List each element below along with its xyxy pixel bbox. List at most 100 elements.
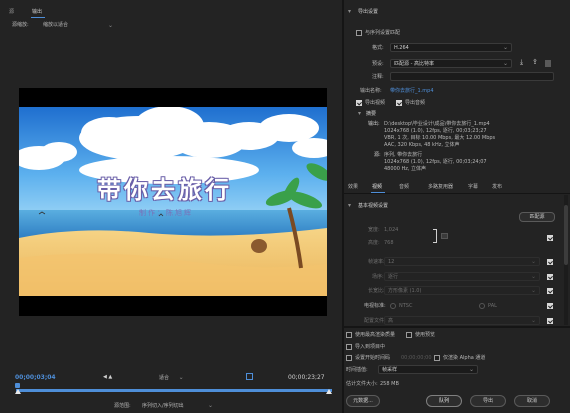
format-value: H.264 <box>394 45 409 51</box>
link-bracket <box>433 229 437 243</box>
format-label: 格式: <box>372 45 384 51</box>
source-scaling-dropdown[interactable]: 缩放以适合 ⌄ <box>40 21 118 30</box>
field-order-label: 场序: <box>372 274 384 280</box>
aspect-label: 长宽比: <box>368 288 385 294</box>
field-order-dropdown[interactable]: 逐行 ⌄ <box>384 272 540 281</box>
set-start-timecode-checkbox[interactable] <box>346 355 352 361</box>
width-height-checkbox[interactable] <box>547 235 553 241</box>
ntsc-radio[interactable] <box>390 303 396 309</box>
right-panel: ▾ 导出设置 与序列设置匹配 格式: H.264 ⌄ 预设: 匹配源 - 高比特… <box>344 0 570 413</box>
width-value[interactable]: 1,024 <box>384 228 398 233</box>
render-alpha-only-label: 仅渲染 Alpha 通道 <box>443 355 486 361</box>
set-start-timecode-label: 设置开始时间码 <box>355 355 391 361</box>
left-panel: 源 输出 源缩放: 缩放以适合 ⌄ 带你去旅行 制作：陈旭辉 00;00;03;… <box>0 0 342 413</box>
profile-dropdown[interactable]: 高 ⌄ <box>384 316 540 325</box>
match-sequence-checkbox[interactable] <box>356 30 362 36</box>
chevron-down-icon: ⌄ <box>178 374 184 381</box>
field-order-checkbox[interactable] <box>547 274 553 280</box>
tab-output[interactable]: 输出 <box>32 10 42 15</box>
tab-output-underline <box>31 17 45 18</box>
aspect-checkbox[interactable] <box>547 288 553 294</box>
height-value[interactable]: 768 <box>384 241 394 246</box>
frame-rate-dropdown[interactable]: 12 ⌄ <box>384 257 540 266</box>
delete-preset-icon[interactable] <box>545 60 551 67</box>
use-previews-label: 使用预览 <box>415 332 436 338</box>
crop-icon[interactable] <box>246 373 253 380</box>
chevron-down-icon: ⌄ <box>531 287 537 294</box>
summary-output-line: 1024x768 (1.0), 12fps, 逐行, 00;03;23;27 <box>384 128 487 134</box>
source-range-value: 序列切入/序列切出 <box>142 403 184 409</box>
pal-radio[interactable] <box>479 303 485 309</box>
metadata-button[interactable]: 元数据... <box>346 395 380 407</box>
export-video-checkbox[interactable] <box>356 100 362 106</box>
tab-video[interactable]: 视频 <box>372 185 382 190</box>
summary-source-label: 源: <box>374 152 381 158</box>
source-range-dropdown[interactable]: 序列切入/序列切出 ⌄ <box>140 401 218 410</box>
tv-standard-label: 电视标准: <box>364 303 386 309</box>
format-dropdown[interactable]: H.264 ⌄ <box>390 43 512 52</box>
timeline-track[interactable] <box>16 389 332 392</box>
tab-publish[interactable]: 发布 <box>492 185 502 190</box>
tab-multiplexer[interactable]: 多路复用器 <box>428 185 453 190</box>
export-audio-label: 导出音频 <box>405 100 426 106</box>
tv-standard-checkbox[interactable] <box>547 303 553 309</box>
mark-in-icon[interactable]: ◀ ▲ <box>103 375 112 380</box>
video-title: 带你去旅行 <box>97 176 232 204</box>
profile-checkbox[interactable] <box>547 318 553 324</box>
ntsc-label: NTSC <box>399 303 413 309</box>
queue-button[interactable]: 队列 <box>426 395 462 407</box>
bottom-divider <box>344 326 570 328</box>
link-icon[interactable] <box>441 233 448 239</box>
preset-dropdown[interactable]: 匹配源 - 高比特率 ⌄ <box>390 59 512 68</box>
summary-source-line: 序列, 带你去旅行 <box>384 152 423 158</box>
frame-rate-checkbox[interactable] <box>547 259 553 265</box>
collapse-arrow-icon[interactable]: ▾ <box>348 9 351 15</box>
output-name-link[interactable]: 带你去旅行_1.mp4 <box>390 89 434 94</box>
start-timecode-value[interactable]: 00;00;00;00 <box>401 356 432 361</box>
source-scaling-label: 源缩放: <box>12 22 29 28</box>
settings-scrollbar[interactable] <box>564 195 568 325</box>
preview-area: 带你去旅行 制作：陈旭辉 <box>19 88 327 316</box>
aspect-value: 方形像素 (1.0) <box>388 288 422 294</box>
export-audio-checkbox[interactable] <box>396 100 402 106</box>
chevron-down-icon: ⌄ <box>469 366 475 373</box>
tab-effects[interactable]: 效果 <box>348 185 358 190</box>
match-source-button[interactable]: 匹配源 <box>519 212 555 222</box>
tab-captions[interactable]: 字幕 <box>468 185 478 190</box>
tab-audio[interactable]: 音频 <box>399 185 409 190</box>
source-scaling-value: 缩放以适合 <box>43 22 69 28</box>
cancel-button[interactable]: 取消 <box>514 395 550 407</box>
out-point-marker[interactable] <box>326 389 332 394</box>
summary-collapse-icon[interactable]: ▾ <box>358 111 361 117</box>
scrollbar-thumb[interactable] <box>564 205 568 265</box>
profile-value: 高 <box>388 318 394 324</box>
render-alpha-only-checkbox[interactable] <box>434 355 440 361</box>
fit-dropdown[interactable]: 适合 ⌄ <box>159 375 184 381</box>
save-preset-icon[interactable]: ⤓ <box>520 59 523 66</box>
summary-output-line: VBR, 1 次, 目标 10.00 Mbps, 最大 12.00 Mbps <box>384 135 496 141</box>
preset-value: 匹配源 - 高比特率 <box>394 61 434 67</box>
collapse-arrow-icon[interactable]: ▾ <box>348 203 351 209</box>
in-point-marker[interactable] <box>15 389 21 394</box>
max-render-quality-label: 使用最高渲染质量 <box>355 332 396 338</box>
comments-label: 注释: <box>372 74 384 80</box>
pal-label: PAL <box>488 303 497 309</box>
time-interpolation-dropdown[interactable]: 帧采样 ⌄ <box>378 365 478 374</box>
basic-video-title: 基本视频设置 <box>358 203 389 209</box>
export-button[interactable]: 导出 <box>470 395 506 407</box>
aspect-dropdown[interactable]: 方形像素 (1.0) ⌄ <box>384 286 540 295</box>
max-render-quality-checkbox[interactable] <box>346 332 352 338</box>
timecode-in[interactable]: 00;00;03;04 <box>15 375 56 381</box>
use-previews-checkbox[interactable] <box>406 332 412 338</box>
settings-tabs: 效果 视频 音频 多路复用器 字幕 发布 <box>344 182 570 194</box>
time-interpolation-label: 时间插值: <box>346 367 368 373</box>
import-preset-icon[interactable]: ⇪ <box>532 59 538 66</box>
summary-source-line: 1024x768 (1.0), 12fps, 逐行, 00;03;24;07 <box>384 159 487 165</box>
frame-rate-label: 帧速率: <box>368 259 385 265</box>
tab-video-underline <box>371 192 385 193</box>
playhead-marker[interactable] <box>15 383 20 388</box>
import-into-project-checkbox[interactable] <box>346 344 352 350</box>
tab-source[interactable]: 源 <box>9 10 14 15</box>
import-into-project-label: 导入到项目中 <box>355 344 386 350</box>
comments-input[interactable] <box>390 72 554 81</box>
